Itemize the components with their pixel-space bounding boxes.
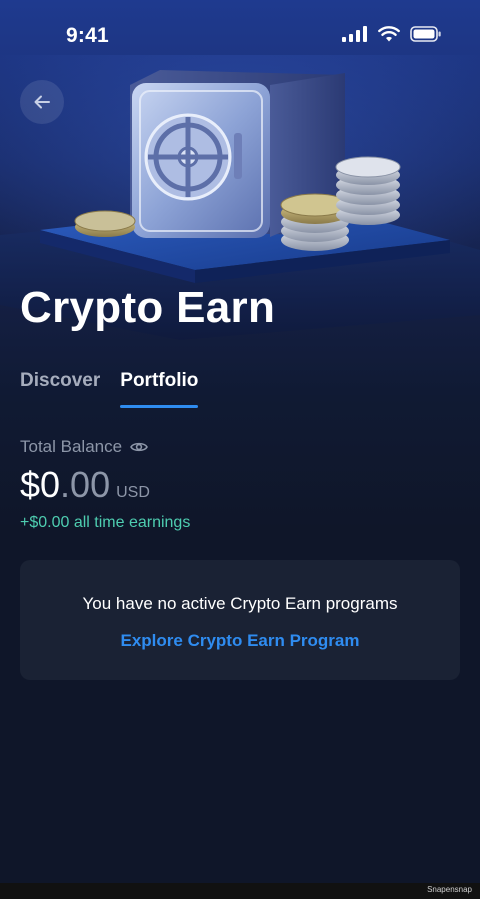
empty-state-card: You have no active Crypto Earn programs … [20, 560, 460, 680]
back-button[interactable] [20, 80, 64, 124]
bottom-strip: Snapensnap [0, 883, 480, 899]
page-title: Crypto Earn [20, 283, 276, 332]
active-tab-indicator [120, 405, 199, 408]
tab-portfolio[interactable]: Portfolio [120, 370, 199, 410]
signal-icon [342, 26, 367, 42]
screen: 9:41 Crypto Earn Discover Portfolio Tota… [0, 0, 480, 883]
coin-stack-tall [335, 156, 401, 225]
status-icons [342, 26, 442, 42]
empty-state-message: You have no active Crypto Earn programs [82, 594, 398, 613]
balance-label-text: Total Balance [20, 437, 123, 456]
back-arrow-icon [34, 95, 50, 109]
explore-program-link[interactable]: Explore Crypto Earn Program [20, 631, 460, 651]
balance-integer: $0 [20, 464, 61, 505]
balance-decimal: .00 [60, 464, 111, 505]
tab-bar: Discover Portfolio [20, 370, 199, 410]
tab-label: Discover [20, 370, 101, 391]
balance-currency: USD [116, 484, 150, 501]
watermark: Snapensnap [427, 885, 472, 894]
status-time: 9:41 [66, 24, 109, 47]
tab-label: Portfolio [120, 370, 199, 391]
eye-icon[interactable] [130, 440, 148, 454]
wifi-icon [378, 26, 400, 42]
balance-amount: $0 .00 USD [20, 464, 150, 506]
all-time-earnings: +$0.00 all time earnings [20, 514, 191, 531]
tab-discover[interactable]: Discover [20, 370, 100, 410]
battery-icon [410, 26, 441, 42]
total-balance-label: Total Balance [20, 437, 148, 457]
